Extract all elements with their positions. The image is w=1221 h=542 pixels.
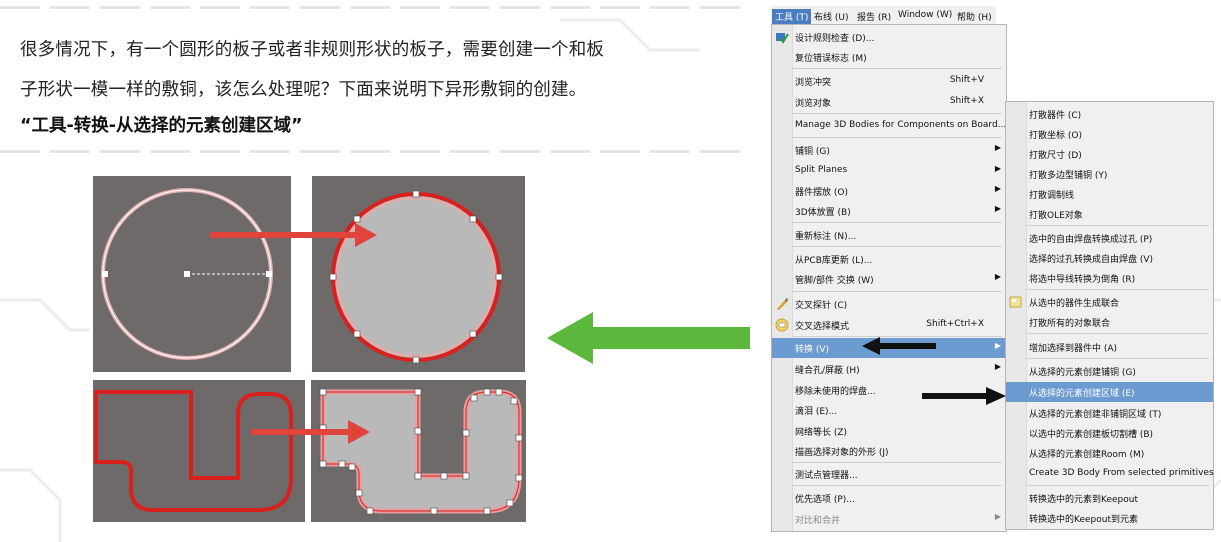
- submenu-arrow-icon: ▶: [994, 184, 1001, 193]
- submenu-item-add-to-component[interactable]: 增加选择到器件中 (A): [1006, 337, 1213, 357]
- cross-select-icon: [775, 318, 789, 332]
- menu-bar: 工具 (T) 布线 (U) 报告 (R) Window (W) 帮助 (H): [771, 6, 996, 25]
- submenu-item-track-to-chamfer[interactable]: 将选中导线转换为倒角 (R): [1006, 268, 1213, 288]
- menu-window[interactable]: Window (W): [895, 9, 955, 21]
- menu-item-equal-length-nets[interactable]: 网络等长 (Z): [772, 421, 1006, 441]
- union-icon: [1009, 296, 1022, 308]
- menu-item-component-placement[interactable]: 器件摆放 (O) ▶: [772, 181, 1006, 201]
- green-arrow-left: [547, 312, 750, 364]
- menu-item-3d-body-placement[interactable]: 3D体放置 (B) ▶: [772, 201, 1006, 221]
- tools-dropdown: 设计规则检查 (D)... 复位错误标志 (M) 浏览冲突 Shift+V 浏览对…: [771, 24, 1007, 532]
- menu-item-browse-objects[interactable]: 浏览对象 Shift+X: [772, 92, 1006, 112]
- submenu-item-break-all-unions[interactable]: 打散所有的对象联合: [1006, 312, 1213, 332]
- submenu-arrow-icon: ▶: [994, 164, 1001, 173]
- menu-reports[interactable]: 报告 (R): [854, 9, 894, 24]
- middle-divider: [0, 150, 740, 153]
- menu-item-reset-error-markers[interactable]: 复位错误标志 (M): [772, 47, 1006, 67]
- circle-region-panel: [312, 176, 525, 372]
- menu-item-design-rule-check[interactable]: 设计规则检查 (D)...: [772, 27, 1006, 47]
- submenu-arrow-icon: ▶: [994, 341, 1001, 350]
- submenu-item-explode-component[interactable]: 打散器件 (C): [1006, 104, 1213, 124]
- menu-item-re-annotate[interactable]: 重新标注 (N)...: [772, 225, 1006, 245]
- submenu-item-explode-coordinate[interactable]: 打散坐标 (O): [1006, 124, 1213, 144]
- submenu-arrow-icon: ▶: [994, 204, 1001, 213]
- circle-outline-drawing: [101, 188, 273, 360]
- submenu-item-explode-ole[interactable]: 打散OLE对象: [1006, 204, 1213, 224]
- circle-outline-panel: [93, 176, 291, 372]
- submenu-item-create-region[interactable]: 从选择的元素创建区域 (E): [1006, 382, 1213, 402]
- submenu-item-create-non-polygon-region[interactable]: 从选择的元素创建非铺铜区域 (T): [1006, 403, 1213, 423]
- menu-item-preferences[interactable]: 优先选项 (P)...: [772, 488, 1006, 508]
- menu-item-testpoint-manager[interactable]: 测试点管理器...: [772, 464, 1006, 484]
- menu-item-manage-3d-bodies[interactable]: Manage 3D Bodies for Components on Board…: [772, 116, 1006, 136]
- submenu-item-pad-to-via[interactable]: 选中的自由焊盘转换成过孔 (P): [1006, 228, 1213, 248]
- submenu-item-via-to-pad[interactable]: 选择的过孔转换成自由焊盘 (V): [1006, 248, 1213, 268]
- menu-item-cross-probe[interactable]: 交叉探针 (C): [772, 294, 1006, 314]
- menu-help[interactable]: 帮助 (H): [954, 9, 995, 24]
- submenu-item-create-polygon[interactable]: 从选择的元素创建铺铜 (G): [1006, 361, 1213, 381]
- submenu-item-explode-tuning[interactable]: 打散调制线: [1006, 184, 1213, 204]
- submenu-item-keepout-to-primitives[interactable]: 转换选中的Keepout到元素: [1006, 508, 1213, 528]
- submenu-item-create-board-cutout[interactable]: 以选中的元素创建板切割槽 (B): [1006, 423, 1213, 443]
- irregular-region-panel: [311, 380, 526, 522]
- top-divider: [0, 6, 740, 9]
- submenu-item-create-3d-body[interactable]: Create 3D Body From selected primitives: [1006, 464, 1214, 484]
- submenu-item-explode-polygon[interactable]: 打散多边型铺铜 (Y): [1006, 164, 1213, 184]
- intro-line-1: 很多情况下，有一个圆形的板子或者非规则形状的板子，需要创建一个和板: [20, 40, 605, 60]
- irregular-region-drawing: [319, 388, 523, 515]
- black-arrow-convert: [862, 337, 936, 355]
- menu-item-via-stitching-shielding[interactable]: 缝合孔/屏蔽 (H) ▶: [772, 359, 1006, 379]
- intro-line-2: 子形状一模一样的敷铜，该怎么处理呢？下面来说明下异形敷铜的创建。: [20, 80, 587, 100]
- cross-probe-icon: [777, 298, 788, 310]
- submenu-arrow-icon: ▶: [994, 512, 1001, 521]
- convert-submenu: 打散器件 (C) 打散坐标 (O) 打散尺寸 (D) 打散多边型铺铜 (Y) 打…: [1005, 101, 1214, 530]
- submenu-arrow-icon: ▶: [994, 272, 1001, 281]
- menu-item-polygon-pours[interactable]: 铺铜 (G) ▶: [772, 140, 1006, 160]
- red-arrow-top: [210, 223, 377, 247]
- submenu-arrow-icon: ▶: [994, 143, 1001, 152]
- menu-item-outline-selected-objects[interactable]: 描画选择对象的外形 (J): [772, 441, 1006, 461]
- submenu-arrow-icon: ▶: [994, 362, 1001, 371]
- menu-tools[interactable]: 工具 (T): [772, 9, 812, 24]
- menu-item-split-planes[interactable]: Split Planes ▶: [772, 161, 1006, 181]
- menu-item-cross-select-mode[interactable]: 交叉选择模式 Shift+Ctrl+X: [772, 315, 1006, 335]
- menu-path-heading: “工具-转换-从选择的元素创建区域”: [20, 116, 303, 136]
- submenu-item-explode-dimension[interactable]: 打散尺寸 (D): [1006, 144, 1213, 164]
- menu-route[interactable]: 布线 (U): [811, 9, 851, 24]
- submenu-item-create-room[interactable]: 从选择的元素创建Room (M): [1006, 443, 1213, 463]
- circle-region-drawing: [329, 190, 503, 364]
- black-arrow-create-region: [922, 387, 1006, 405]
- drc-icon: [776, 33, 789, 44]
- red-arrow-bottom: [251, 420, 370, 444]
- menu-item-pin-part-swapping[interactable]: 管脚/部件 交换 (W) ▶: [772, 269, 1006, 289]
- menu-item-compare-and-merge[interactable]: 对比和合并 ▶: [772, 509, 1006, 529]
- menu-item-browse-violations[interactable]: 浏览冲突 Shift+V: [772, 71, 1006, 91]
- submenu-item-create-union[interactable]: 从选中的器件生成联合: [1006, 292, 1213, 312]
- menu-item-update-from-pcb-library[interactable]: 从PCB库更新 (L)...: [772, 249, 1006, 269]
- irregular-outline-panel: [93, 380, 305, 522]
- irregular-outline-drawing: [94, 390, 293, 512]
- submenu-item-to-keepout[interactable]: 转换选中的元素到Keepout: [1006, 488, 1213, 508]
